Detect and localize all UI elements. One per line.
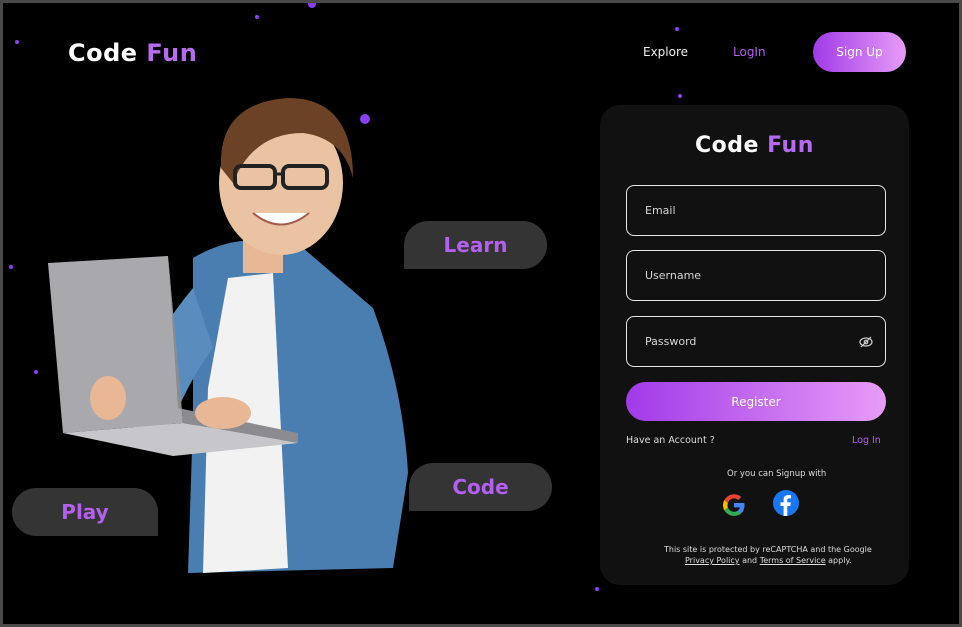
bubble-play: Play bbox=[12, 488, 158, 536]
eye-off-icon[interactable] bbox=[859, 335, 873, 349]
signup-card: Code Fun Email Username Password Registe… bbox=[600, 105, 909, 585]
bubble-learn: Learn bbox=[404, 221, 547, 269]
brand-logo[interactable]: Code Fun bbox=[68, 39, 197, 67]
decor-dot bbox=[255, 15, 259, 19]
username-field[interactable]: Username bbox=[626, 250, 886, 301]
recaptcha-notice: This site is protected by reCAPTCHA and … bbox=[664, 544, 872, 555]
and-text: and bbox=[742, 556, 758, 565]
login-link[interactable]: Log In bbox=[852, 435, 881, 446]
apply-text: apply. bbox=[828, 556, 852, 565]
brand-logo-fun: Fun bbox=[146, 39, 198, 67]
decor-dot bbox=[595, 587, 599, 591]
bubble-code: Code bbox=[409, 463, 552, 511]
password-field[interactable]: Password bbox=[626, 316, 886, 367]
nav-explore-link[interactable]: Explore bbox=[643, 45, 688, 59]
decor-dot bbox=[15, 40, 19, 44]
decor-dot bbox=[678, 94, 682, 98]
signup-with-text: Or you can Signup with bbox=[727, 469, 827, 479]
username-placeholder: Username bbox=[645, 269, 702, 282]
terms-of-service-link[interactable]: Terms of Service bbox=[760, 556, 826, 565]
decor-dot bbox=[34, 370, 38, 374]
card-logo-fun: Fun bbox=[767, 133, 814, 158]
email-placeholder: Email bbox=[645, 204, 676, 217]
recaptcha-links: Privacy Policy and Terms of Service appl… bbox=[685, 555, 852, 566]
decor-dot bbox=[308, 3, 316, 8]
register-button[interactable]: Register bbox=[626, 382, 886, 421]
decor-dot bbox=[9, 265, 13, 269]
facebook-icon[interactable] bbox=[773, 490, 799, 516]
password-placeholder: Password bbox=[645, 335, 697, 348]
privacy-policy-link[interactable]: Privacy Policy bbox=[685, 556, 740, 565]
nav-login-link[interactable]: LogIn bbox=[733, 45, 766, 59]
have-account-text: Have an Account ? bbox=[626, 435, 715, 446]
google-icon[interactable] bbox=[721, 492, 747, 518]
signup-button[interactable]: Sign Up bbox=[813, 32, 906, 72]
card-logo: Code Fun bbox=[695, 133, 814, 158]
page: Code Fun Explore LogIn Sign Up Learn Cod… bbox=[3, 3, 959, 624]
recaptcha-line: This site is protected by reCAPTCHA and … bbox=[664, 545, 872, 554]
card-logo-code: Code bbox=[695, 133, 759, 158]
email-field[interactable]: Email bbox=[626, 185, 886, 236]
decor-dot bbox=[675, 27, 679, 31]
brand-logo-code: Code bbox=[68, 39, 138, 67]
